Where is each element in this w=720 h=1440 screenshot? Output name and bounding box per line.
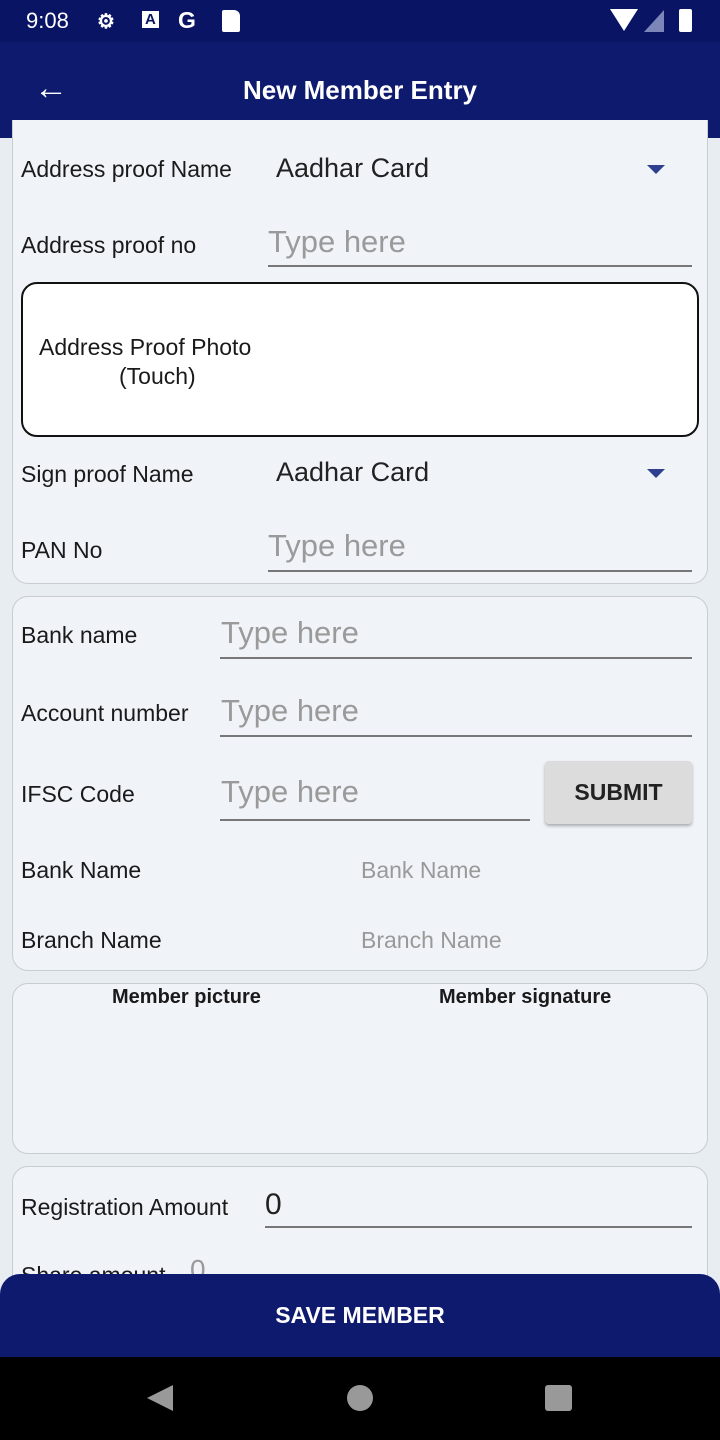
recents-nav-icon[interactable] — [545, 1385, 572, 1411]
pan-input[interactable]: Type here — [268, 528, 406, 564]
a-icon: A — [142, 11, 159, 28]
submit-button[interactable]: SUBMIT — [545, 761, 692, 824]
input-underline — [268, 265, 692, 267]
ifsc-label: IFSC Code — [21, 781, 135, 807]
input-underline — [268, 570, 692, 572]
registration-amount-label: Registration Amount — [21, 1194, 229, 1220]
status-bar: 9:08 ⚙ A G — [0, 0, 720, 42]
member-picture[interactable]: Member picture — [112, 986, 261, 1009]
member-signature[interactable]: Member signature — [439, 986, 611, 1009]
sdcard-icon — [222, 10, 240, 32]
input-underline — [220, 735, 692, 737]
sign-proof-name-select[interactable]: Aadhar Card — [276, 457, 429, 488]
address-proof-name-select[interactable]: Aadhar Card — [276, 153, 429, 184]
chevron-down-icon[interactable] — [647, 165, 665, 174]
navigation-bar — [0, 1357, 720, 1440]
bank-name-result-value: Bank Name — [361, 857, 482, 883]
branch-name-value: Branch Name — [361, 927, 502, 953]
bank-name-result-label: Bank Name — [21, 857, 142, 883]
back-nav-icon[interactable] — [147, 1385, 173, 1411]
home-nav-icon[interactable] — [347, 1385, 373, 1411]
registration-amount-input[interactable]: 0 — [265, 1188, 282, 1222]
status-time: 9:08 — [26, 8, 69, 33]
photo-label: Address Proof Photo — [39, 334, 252, 360]
input-underline — [220, 819, 530, 821]
sign-proof-name-label: Sign proof Name — [21, 461, 194, 487]
google-icon: G — [178, 7, 196, 33]
gear-icon: ⚙ — [97, 11, 115, 33]
save-member-button[interactable]: SAVE MEMBER — [0, 1274, 720, 1357]
ifsc-input[interactable]: Type here — [221, 774, 359, 810]
signal-icon — [644, 10, 664, 32]
input-underline — [220, 657, 692, 659]
address-proof-name-label: Address proof Name — [21, 156, 232, 182]
pan-label: PAN No — [21, 537, 103, 563]
branch-name-label: Branch Name — [21, 927, 162, 953]
input-underline — [265, 1226, 692, 1228]
address-proof-no-label: Address proof no — [21, 232, 197, 258]
chevron-down-icon[interactable] — [647, 469, 665, 478]
account-number-label: Account number — [21, 700, 189, 726]
battery-icon — [679, 9, 692, 32]
address-proof-photo[interactable]: Address Proof Photo (Touch) — [21, 282, 699, 437]
photo-hint: (Touch) — [119, 363, 196, 389]
wifi-icon — [610, 9, 638, 31]
account-number-input[interactable]: Type here — [221, 693, 359, 729]
page-title: New Member Entry — [242, 75, 478, 105]
bank-name-input[interactable]: Type here — [221, 615, 359, 651]
address-proof-no-input[interactable]: Type here — [268, 224, 406, 260]
bank-name-label: Bank name — [21, 622, 138, 648]
